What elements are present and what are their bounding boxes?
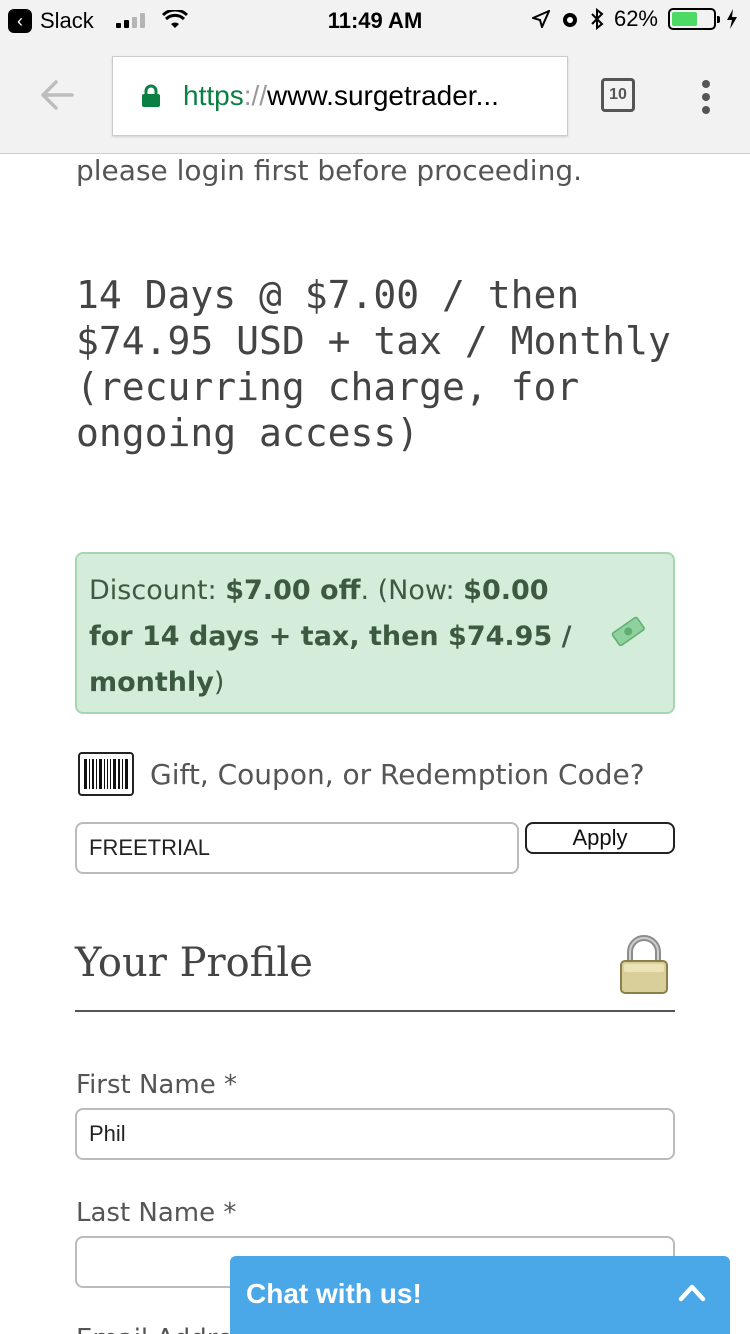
discount-amount: $7.00 off <box>225 575 361 606</box>
browser-toolbar: https://www.surgetrader... 10 <box>0 40 750 154</box>
overflow-menu-icon[interactable] <box>700 80 712 114</box>
discount-now-prefix: . (Now: <box>360 575 464 606</box>
location-arrow-icon <box>531 10 550 28</box>
status-bar: ‹ Slack 11:49 AM 62% <box>0 0 750 40</box>
chat-label: Chat with us! <box>246 1278 422 1309</box>
login-notice: please login first before proceeding. <box>76 154 583 187</box>
money-icon <box>611 616 645 647</box>
padlock-icon <box>620 935 668 994</box>
battery-fill <box>672 12 697 26</box>
url-separator: :// <box>243 80 268 111</box>
status-right: 62% <box>531 6 738 32</box>
barcode-icon <box>78 752 134 796</box>
last-name-label: Last Name * <box>76 1198 237 1228</box>
first-name-input[interactable] <box>75 1108 675 1160</box>
coupon-code-input[interactable] <box>75 822 519 874</box>
section-divider <box>75 1010 675 1012</box>
chat-widget[interactable]: Chat with us! <box>230 1256 730 1334</box>
coupon-label: Gift, Coupon, or Redemption Code? <box>150 757 645 791</box>
tabs-button[interactable]: 10 <box>601 78 635 112</box>
discount-notice: Discount: $7.00 off. (Now: $0.00 for 14 … <box>75 552 675 714</box>
battery-icon <box>668 8 720 30</box>
chevron-up-icon[interactable] <box>678 1282 706 1302</box>
lock-icon <box>142 84 160 107</box>
url-scheme: https <box>183 80 244 111</box>
pricing-text: 14 Days @ $7.00 / then $74.95 USD + tax … <box>76 273 671 455</box>
url-host: www.surgetrader... <box>267 80 499 111</box>
first-name-label: First Name * <box>76 1070 237 1100</box>
back-arrow-icon[interactable] <box>38 76 76 114</box>
section-title-profile: Your Profile <box>75 940 313 986</box>
charging-bolt-icon <box>727 9 737 29</box>
bluetooth-icon <box>591 8 604 30</box>
page-content: please login first before proceeding. 14… <box>0 154 750 1334</box>
coupon-row: Gift, Coupon, or Redemption Code? <box>78 752 645 796</box>
alarm-icon <box>562 13 577 27</box>
address-bar[interactable]: https://www.surgetrader... <box>112 56 568 136</box>
discount-close: ) <box>213 667 225 698</box>
apply-coupon-button[interactable]: Apply <box>525 822 675 854</box>
battery-percent: 62% <box>613 6 658 31</box>
discount-label: Discount: <box>89 575 217 606</box>
